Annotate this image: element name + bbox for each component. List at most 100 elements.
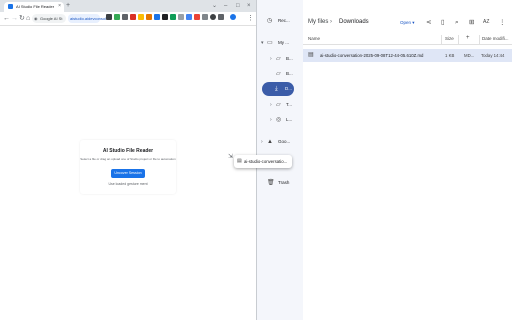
extension-icon[interactable] (194, 14, 200, 20)
nav-folder[interactable]: ▱ B... (262, 67, 302, 81)
back-icon[interactable]: ← (3, 14, 10, 23)
file-size: 1 KB (445, 53, 455, 58)
chevron-right-icon[interactable]: › (270, 116, 272, 124)
add-column-icon[interactable]: + (466, 35, 470, 41)
file-date: Today 14:44 (481, 53, 505, 58)
extension-icon[interactable] (138, 14, 144, 20)
column-divider[interactable] (479, 35, 480, 44)
open-button-label: Open (400, 20, 412, 25)
nav-label: My ... (278, 40, 289, 45)
extension-icon[interactable] (178, 14, 184, 20)
forward-icon[interactable]: → (11, 14, 18, 23)
nav-label: B... (286, 71, 293, 76)
breadcrumb-downloads[interactable]: Downloads (339, 19, 369, 25)
nav-folder[interactable]: › ▱ T... (262, 98, 302, 112)
maximize-icon[interactable]: □ (236, 2, 240, 10)
breadcrumb-separator: › (330, 19, 332, 25)
drag-cursor-icon: ⇲ (228, 154, 234, 160)
column-size[interactable]: Size (445, 36, 454, 41)
nav-label: T... (286, 102, 293, 107)
extension-icon[interactable] (154, 14, 160, 20)
omnibox[interactable]: ◉ Google AI St (32, 14, 66, 23)
omnibox-text: Google AI St (40, 16, 63, 21)
nav-folder[interactable]: › ▱ B... (262, 52, 302, 66)
more-icon[interactable]: ⋮ (499, 18, 506, 27)
new-tab-button[interactable]: + (66, 2, 70, 10)
nav-downloads[interactable]: ⤓ D... (262, 82, 294, 96)
open-button[interactable]: Open ▾ (400, 20, 415, 26)
clock-icon: ◷ (267, 18, 273, 24)
drag-file-name: ai-studio-conversatio... (244, 159, 288, 164)
url-chip[interactable]: aistudio.aidevconsol (68, 14, 106, 23)
nav-recent[interactable]: ◷ Rec... (262, 14, 302, 28)
file-icon: ▤ (308, 52, 314, 58)
nav-label: B... (286, 56, 293, 61)
chevron-right-icon[interactable]: › (261, 138, 263, 146)
close-window-icon[interactable]: × (247, 2, 251, 10)
trash-icon: 🗑︎ (267, 180, 275, 186)
favicon-icon (8, 4, 13, 9)
column-header-row (303, 34, 512, 45)
chevron-down-icon: ▾ (412, 20, 415, 25)
folder-icon: ▱ (276, 56, 281, 62)
chevron-right-icon[interactable]: › (270, 55, 272, 63)
column-divider[interactable] (441, 35, 442, 44)
minimize-icon[interactable]: – (224, 2, 227, 10)
nav-trash[interactable]: 🗑︎ Trash (262, 176, 302, 190)
chevron-right-icon[interactable]: › (270, 101, 272, 109)
column-date[interactable]: Date modifi... (482, 36, 509, 41)
nav-label: Goo... (278, 139, 291, 144)
nav-linux[interactable]: › ◎ L... (262, 113, 302, 127)
nav-label: Rec... (278, 18, 290, 23)
reload-icon[interactable]: ↻ (19, 14, 25, 23)
delete-icon[interactable]: ▯ (441, 18, 445, 27)
sort-button[interactable]: AZ (483, 18, 489, 27)
table-row[interactable]: ▤ ai-studio-conversation-2025-09-08T12-4… (303, 49, 512, 62)
search-icon[interactable]: ⌕ (455, 18, 459, 27)
folder-icon: ▱ (276, 102, 281, 108)
file-icon: ▤ (237, 158, 242, 164)
extension-icon[interactable] (146, 14, 152, 20)
file-type: MD... (464, 53, 475, 58)
laptop-icon: ▭ (267, 40, 273, 46)
url-chip-text: aistudio.aidevconsol (70, 16, 107, 21)
nav-label: D... (285, 86, 293, 91)
share-icon[interactable]: ⋖ (426, 18, 431, 27)
drag-ghost: ▤ ai-studio-conversatio... (234, 155, 292, 168)
tab-close-icon[interactable]: × (58, 3, 61, 9)
tab-title: AI Studio File Reader (16, 4, 55, 9)
menu-icon[interactable]: ⋮ (247, 14, 254, 23)
chevron-down-icon[interactable]: ▾ (261, 39, 264, 47)
file-reader-card: AI Studio File Reader Select a file or d… (80, 140, 176, 194)
extension-icon[interactable] (130, 14, 136, 20)
extension-icon[interactable] (122, 14, 128, 20)
site-info-icon[interactable]: ◉ (34, 16, 38, 21)
nav-my-files[interactable]: ▾ ▭ My ... (261, 36, 302, 50)
home-icon[interactable]: ⌂ (26, 14, 30, 23)
files-main (303, 0, 512, 320)
nav-label: L... (286, 117, 293, 122)
open-link[interactable]: Use loaded gesture ment (80, 182, 176, 186)
file-name: ai-studio-conversation-2025-09-08T12-44-… (320, 53, 424, 58)
browser-tab[interactable]: AI Studio File Reader × (4, 2, 64, 12)
page-description: Select a file or drag an upload one of S… (80, 157, 176, 161)
nav-label: Trash (278, 180, 290, 185)
extension-icon[interactable] (162, 14, 168, 20)
nav-google-drive[interactable]: › ▲ Goo... (261, 135, 302, 149)
column-name[interactable]: Name (308, 36, 320, 41)
extension-icon[interactable] (106, 14, 112, 20)
grid-view-icon[interactable]: ⊞ (469, 18, 474, 27)
breadcrumb-my-files[interactable]: My files (308, 19, 328, 25)
column-divider[interactable] (458, 35, 459, 44)
folder-icon: ▱ (276, 71, 281, 77)
extension-icon[interactable] (170, 14, 176, 20)
upload-button[interactable]: Uncover Session (111, 169, 145, 178)
page-title: AI Studio File Reader (102, 148, 154, 154)
extension-icon[interactable] (114, 14, 120, 20)
extension-icon[interactable] (186, 14, 192, 20)
tab-search-icon[interactable]: ⌄ (212, 2, 217, 10)
extension-icon[interactable] (202, 14, 208, 20)
extension-icon[interactable] (210, 14, 216, 20)
extension-icon[interactable] (218, 14, 224, 20)
avatar[interactable] (230, 14, 236, 20)
